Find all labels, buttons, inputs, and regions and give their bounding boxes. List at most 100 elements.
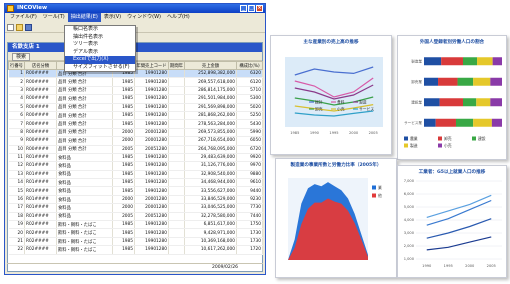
bar-segment [490,77,502,86]
table-cell: 6,851,617,000 [184,220,237,230]
table-row[interactable]: 4 R00#### 品目 分類 合計 1985 19901280 291,501,984,… [8,94,263,104]
menu-view[interactable]: 表示(V) [101,13,124,22]
new-file-icon[interactable] [7,23,14,31]
menu-window[interactable]: ウィンドウ(W) [124,13,164,22]
table-cell [168,161,185,171]
table-row[interactable]: 14 R01#### 食料品 1985 19901280 34,468,944,000 96… [8,178,263,188]
open-folder-icon[interactable] [16,23,23,31]
category-label: 製造業 [411,59,422,64]
table-row[interactable]: 12 R01#### 食料品 1985 19901280 31,126,776,000 99… [8,161,263,171]
table-row[interactable]: 15 R01#### 食料品 1985 19901280 33,556,627,000 94… [8,186,263,196]
table-cell [168,145,185,154]
table-cell: 19901280 [134,94,169,104]
table-row[interactable]: 10 R00#### 品目 分類 合計 2005 20051280 264,768,095… [8,145,263,154]
table-cell [168,69,185,79]
table-cell: R00#### [24,103,57,112]
menu-item-tree-view[interactable]: ツリー表示 [65,41,135,49]
table-cell: 20001280 [134,195,169,205]
x-tick-label: 1995 [329,131,338,135]
table-row[interactable]: 17 R01#### 食料品 2000 20001280 33,046,525,000 77… [8,203,263,213]
table-cell: R00#### [24,119,57,129]
series-line [426,218,492,239]
bar-segment [476,98,491,107]
category-label: 建設業 [411,100,422,105]
table-cell: R01#### [24,178,57,188]
table-row[interactable]: 3 R00#### 品目 分類 合計 1985 19901280 286,814,175,… [8,86,263,96]
save-icon[interactable] [25,23,32,31]
table-cell: 8 [8,128,25,138]
table-cell: 1985 [112,220,135,230]
y-tick-label: 1,000 [404,257,415,261]
maximize-icon[interactable]: □ [248,5,255,12]
table-cell: 2005 [112,145,135,154]
table-cell: 19901280 [134,111,169,121]
column-header[interactable]: 店名分類 [24,61,57,70]
bar-segment [439,98,463,107]
menu-tools[interactable]: ツール(T) [40,13,68,22]
chart-title: 主な産業別の売上高の推移 [303,40,359,45]
area-chart-card: 製造業の事業所数と労働力比率（2005年） 業他 [275,158,397,278]
table-body: 1 R00#### 品目 分類 合計 1985 19901280 252,898,382,… [8,69,263,255]
table-cell: 2000 [112,203,135,213]
table-cell: 281,868,262,000 [184,111,237,121]
table-row[interactable]: 22 R02#### 飲料・飼料・たばこ 1985 19901280 10,617,262… [8,245,263,255]
table-row[interactable]: 20 R02#### 飲料・飼料・たばこ 1985 19901280 9,428,971,… [8,228,263,238]
menu-item-data-view[interactable]: デアル表示 [65,49,135,57]
legend-swatch [438,136,442,141]
table-row[interactable]: 19 R02#### 飲料・飼料・たばこ 1985 19901280 6,851,617,… [8,220,263,230]
table-cell [168,77,185,87]
table-row[interactable]: 5 R00#### 品目 分類 合計 1985 19901280 291,569,898,… [8,103,263,112]
y-tick-label: 2,000 [404,244,415,248]
column-header[interactable]: 行番号 [8,61,25,70]
table-row[interactable]: 7 R00#### 品目 分類 合計 1985 19901280 278,563,284,… [8,119,263,129]
menu-file[interactable]: ファイル(F) [7,13,40,22]
bar-segment [424,57,442,66]
table-row[interactable]: 2 R00#### 品目 分類 合計 1985 19901280 269,557,618,… [8,77,263,87]
table-cell: R00#### [24,94,57,104]
bar-chart-svg: 製造業卸売業建設業サービス業農業 卸売 建設製造 小売 [404,57,502,148]
table-cell: 2 [8,77,25,87]
table-cell: 7730 [236,203,263,213]
table-row[interactable]: 11 R01#### 食料品 1985 19901280 29,483,639,000 99… [8,153,263,163]
stacked-bar-chart-card: 外国人登録者別労働人口の割合 製造業 卸売業 建設業 サービス業 農業 卸売 建設 製造 小売 [397,35,507,160]
menu-item-fit-size[interactable]: サイズフィットさせる(F) [65,64,135,72]
legend-label: 他 [378,193,382,198]
search-button[interactable]: 検索 [12,52,31,61]
table-row[interactable]: 13 R01#### 食料品 1985 19901280 32,908,540,000 98… [8,170,263,180]
table-cell: 2000 [112,136,135,146]
table-cell: 9 [8,136,25,146]
table-cell: 品目 分類 合計 [56,119,113,129]
column-header[interactable]: 構成比(%) [236,61,263,70]
menu-extract-results[interactable]: 抽出結果(E) [67,13,101,22]
table-row[interactable]: 21 R02#### 飲料・飼料・たばこ 1985 19901280 10,369,168… [8,237,263,247]
table-cell: 1985 [112,245,135,255]
menu-item-extract-name[interactable]: 抽出件名表示 [65,34,135,42]
menu-item-excel-export[interactable]: Excelで出力(X) [65,56,135,64]
column-header[interactable]: 期間年 [168,61,185,70]
table-cell: 10,369,168,000 [184,237,237,247]
table-cell: 19901280 [134,245,169,255]
column-header[interactable]: 年間売上コード [134,61,169,70]
table-cell: 291,569,898,000 [184,103,237,112]
table-row[interactable]: 9 R00#### 品目 分類 合計 2000 20001280 267,718,654,… [8,136,263,146]
table-cell: 14 [8,178,25,188]
table-cell: 32,278,580,000 [184,212,237,222]
result-title-text: 名鉄支店 1 [12,44,40,50]
table-cell: 1750 [236,220,263,230]
table-row[interactable]: 8 R00#### 品目 分類 合計 2000 20001280 269,573,855,… [8,128,263,138]
column-header[interactable]: 売上金額 [184,61,237,70]
table-row[interactable]: 16 R01#### 食料品 2000 20001280 33,846,529,000 92… [8,195,263,205]
table-cell: R00#### [24,136,57,146]
minimize-icon[interactable]: _ [240,5,247,12]
close-icon[interactable]: × [256,5,263,12]
menu-help[interactable]: ヘルプ(H) [164,13,193,22]
table-row[interactable]: 18 R01#### 食料品 2005 20051280 32,278,580,000 74… [8,212,263,222]
table-cell: R02#### [24,220,57,230]
bar-segment [457,77,474,86]
table-cell: 7440 [236,212,263,222]
table-cell: 9440 [236,186,263,196]
menu-item-window-name[interactable]: 帳口名表示 [65,26,135,34]
table-row[interactable]: 6 R00#### 品目 分類 合計 1985 19901280 281,868,262,… [8,111,263,121]
table-cell: 32,908,540,000 [184,170,237,180]
x-tick-label: 2005 [487,264,496,268]
